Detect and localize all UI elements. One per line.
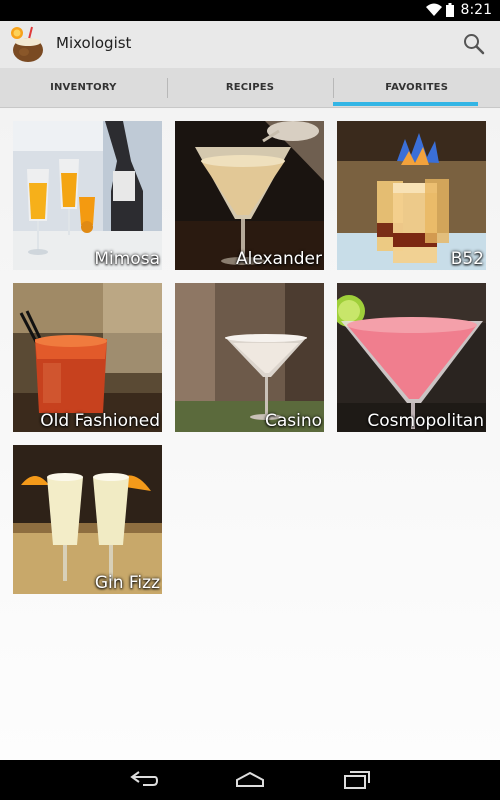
favorites-panel: Mimosa Alexander B52 Old Fashioned Casin… bbox=[0, 109, 500, 760]
tab-favorites[interactable]: FAVORITES bbox=[333, 68, 500, 107]
home-icon[interactable] bbox=[235, 768, 265, 792]
drink-name: B52 bbox=[450, 249, 484, 269]
tab-label: RECIPES bbox=[225, 82, 275, 93]
recent-apps-icon[interactable] bbox=[342, 768, 372, 792]
status-bar: 8:21 bbox=[0, 0, 500, 21]
app-title: Mixologist bbox=[56, 34, 132, 52]
status-time: 8:21 bbox=[460, 2, 492, 18]
coconut-drink-icon[interactable] bbox=[10, 25, 46, 63]
drink-tile-old-fashioned[interactable]: Old Fashioned bbox=[13, 283, 162, 432]
favorites-grid: Mimosa Alexander B52 Old Fashioned Casin… bbox=[13, 121, 486, 594]
drink-tile-mimosa[interactable]: Mimosa bbox=[13, 121, 162, 270]
drink-tile-b52[interactable]: B52 bbox=[337, 121, 486, 270]
drink-name: Gin Fizz bbox=[94, 573, 160, 593]
drink-tile-casino[interactable]: Casino bbox=[175, 283, 324, 432]
drink-tile-gin-fizz[interactable]: Gin Fizz bbox=[13, 445, 162, 594]
drink-photo bbox=[175, 283, 324, 432]
tab-indicator bbox=[333, 102, 479, 106]
battery-icon bbox=[446, 3, 454, 17]
drink-photo bbox=[175, 121, 324, 270]
drink-name: Mimosa bbox=[94, 249, 160, 269]
drink-photo bbox=[13, 283, 162, 432]
tab-bar: INVENTORY RECIPES FAVORITES bbox=[0, 68, 500, 108]
search-icon[interactable] bbox=[462, 32, 486, 56]
drink-photo bbox=[13, 445, 162, 594]
drink-photo bbox=[337, 121, 486, 270]
tab-label: FAVORITES bbox=[385, 82, 449, 93]
navigation-bar bbox=[0, 760, 500, 800]
action-bar: Mixologist bbox=[0, 21, 500, 68]
tab-inventory[interactable]: INVENTORY bbox=[0, 68, 167, 107]
drink-name: Alexander bbox=[235, 249, 322, 269]
wifi-icon bbox=[426, 3, 442, 16]
tab-recipes[interactable]: RECIPES bbox=[166, 68, 334, 107]
drink-photo bbox=[13, 121, 162, 270]
drink-tile-alexander[interactable]: Alexander bbox=[175, 121, 324, 270]
back-icon[interactable] bbox=[129, 768, 159, 792]
drink-name: Cosmopolitan bbox=[367, 411, 484, 431]
drink-tile-cosmopolitan[interactable]: Cosmopolitan bbox=[337, 283, 486, 432]
drink-name: Casino bbox=[264, 411, 322, 431]
drink-name: Old Fashioned bbox=[40, 411, 160, 431]
tab-label: INVENTORY bbox=[50, 82, 117, 93]
drink-photo bbox=[337, 283, 486, 432]
